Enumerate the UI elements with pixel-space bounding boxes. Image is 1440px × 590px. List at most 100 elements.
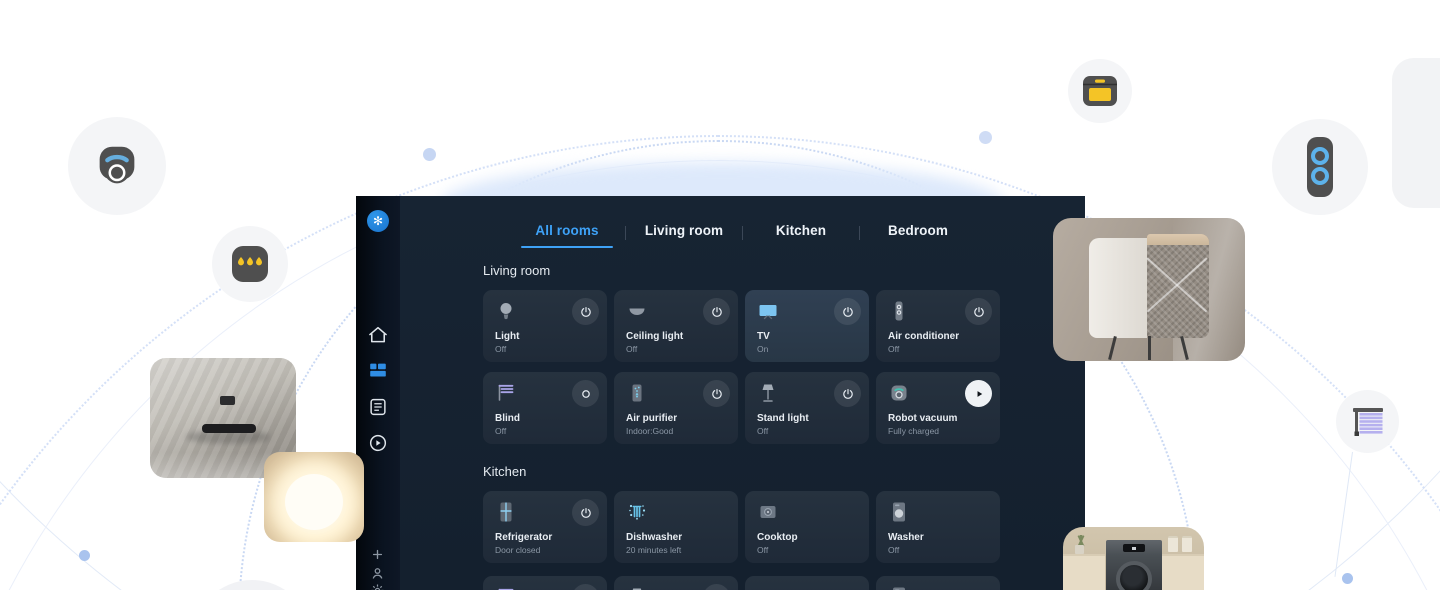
stand-light-icon (625, 585, 649, 590)
device-card-cooktop[interactable]: Cooktop Off (745, 491, 869, 563)
gas-burner-icon (212, 226, 288, 302)
air-purifier-photo (1053, 218, 1245, 361)
washer-photo (1063, 527, 1204, 590)
blind-icon (494, 585, 518, 590)
tab-bedroom[interactable]: Bedroom (860, 218, 976, 248)
power-button[interactable] (572, 499, 599, 526)
device-card-air-conditioner[interactable]: Air conditionerOff (876, 290, 1000, 362)
device-name: Light (495, 331, 519, 342)
blind-icon (494, 381, 518, 405)
settings-icon[interactable] (369, 582, 386, 590)
decor-edge-card (1392, 58, 1440, 208)
device-card-washer[interactable]: Washer Off (876, 491, 1000, 563)
device-grid (483, 576, 1000, 590)
device-status: Off (888, 545, 899, 555)
play-button[interactable] (965, 380, 992, 407)
device-grid: LightOffCeiling lightOffTVOnAir conditio… (483, 290, 1000, 444)
decor-dot (1342, 573, 1353, 584)
blind-icon (1336, 390, 1399, 453)
tab-kitchen[interactable]: Kitchen (743, 218, 859, 248)
device-card[interactable] (614, 576, 738, 590)
page: ✻ (0, 0, 1440, 590)
device-name: Blind (495, 413, 520, 424)
tab-label: Living room (645, 223, 723, 238)
dashboard-icon[interactable] (367, 359, 389, 381)
device-status: Off (757, 426, 768, 436)
power-button[interactable] (834, 380, 861, 407)
profile-icon[interactable] (369, 565, 386, 582)
device-card[interactable] (483, 576, 607, 590)
smart-home-dashboard: ✻ (356, 196, 1085, 590)
device-card-ceiling-light[interactable]: Ceiling lightOff (614, 290, 738, 362)
device-card-stand-light[interactable]: Stand light Off (745, 372, 869, 444)
decor-dot (423, 148, 436, 161)
tab-living-room[interactable]: Living room (626, 218, 742, 248)
device-name: TV (757, 331, 770, 342)
media-play-icon[interactable] (367, 432, 389, 454)
power-button[interactable] (703, 380, 730, 407)
power-button[interactable] (572, 298, 599, 325)
device-card-refrigerator[interactable]: Refrigerator Door closed (483, 491, 607, 563)
air-purifier-icon (625, 381, 649, 405)
device-status: Off (495, 344, 506, 354)
decor-dot (979, 131, 992, 144)
robot-vacuum-icon (68, 117, 166, 215)
device-card-blind[interactable]: Blind Off (483, 372, 607, 444)
device-card-air-purifier[interactable]: Air purifierIndoor:Good (614, 372, 738, 444)
cooktop-icon (756, 500, 780, 524)
device-name: Stand light (757, 413, 809, 424)
devices-list-icon[interactable] (367, 396, 389, 418)
device-name: Robot vacuum (888, 413, 957, 424)
section-title: Kitchen (483, 464, 1000, 479)
open-close-button[interactable] (572, 380, 599, 407)
oven-icon (1068, 59, 1132, 123)
power-button[interactable] (703, 584, 730, 590)
tab-label: Kitchen (776, 223, 826, 238)
device-card-robot-vacuum[interactable]: Robot vacuum Fully charged (876, 372, 1000, 444)
device-card-tv[interactable]: TV On (745, 290, 869, 362)
cooktop-icon (756, 585, 780, 590)
room-tabs: All rooms Living room Kitchen Bedroom (400, 218, 1085, 248)
device-name: Refrigerator (495, 532, 552, 543)
device-name: Dishwasher (626, 532, 682, 543)
air-conditioner-icon (887, 299, 911, 323)
power-button[interactable] (703, 298, 730, 325)
device-status: 20 minutes left (626, 545, 681, 555)
device-name: Ceiling light (626, 331, 683, 342)
washer-icon (887, 500, 911, 524)
washer-icon (887, 585, 911, 590)
device-status: Off (888, 344, 899, 354)
device-name: Cooktop (757, 532, 798, 543)
dishwasher-icon (625, 500, 649, 524)
lamp-photo (264, 452, 364, 542)
device-status: Off (495, 426, 506, 436)
refrigerator-icon (494, 500, 518, 524)
device-name: Air purifier (626, 413, 677, 424)
tab-all-rooms[interactable]: All rooms (509, 218, 625, 248)
home-icon[interactable] (367, 324, 389, 346)
stand-light-icon (756, 381, 780, 405)
add-icon[interactable] (369, 546, 386, 563)
smartthings-logo-icon[interactable]: ✻ (367, 210, 389, 232)
section-living-room: Living roomLightOffCeiling lightOffTVOnA… (483, 263, 1000, 444)
device-status: Door closed (495, 545, 540, 555)
device-grid: Refrigerator Door closed Dishwasher 20 minu… (483, 491, 1000, 563)
device-card-light[interactable]: Light Off (483, 290, 607, 362)
device-status: Fully charged (888, 426, 939, 436)
device-card[interactable] (876, 576, 1000, 590)
device-status: On (757, 344, 768, 354)
tab-label: All rooms (535, 223, 598, 238)
device-card[interactable] (745, 576, 869, 590)
power-button[interactable] (572, 584, 599, 590)
power-button[interactable] (834, 298, 861, 325)
robot-vacuum-icon (887, 381, 911, 405)
power-button[interactable] (965, 298, 992, 325)
bulb-icon (494, 299, 518, 323)
device-status: Off (757, 545, 768, 555)
section-title: Living room (483, 263, 1000, 278)
ceiling-light-icon (625, 299, 649, 323)
section-kitchen: Kitchen Refrigerator Door closed Dishwasher… (483, 464, 1000, 563)
active-tab-underline (521, 246, 613, 248)
device-name: Washer (888, 532, 924, 543)
device-card-dishwasher[interactable]: Dishwasher 20 minutes left (614, 491, 738, 563)
